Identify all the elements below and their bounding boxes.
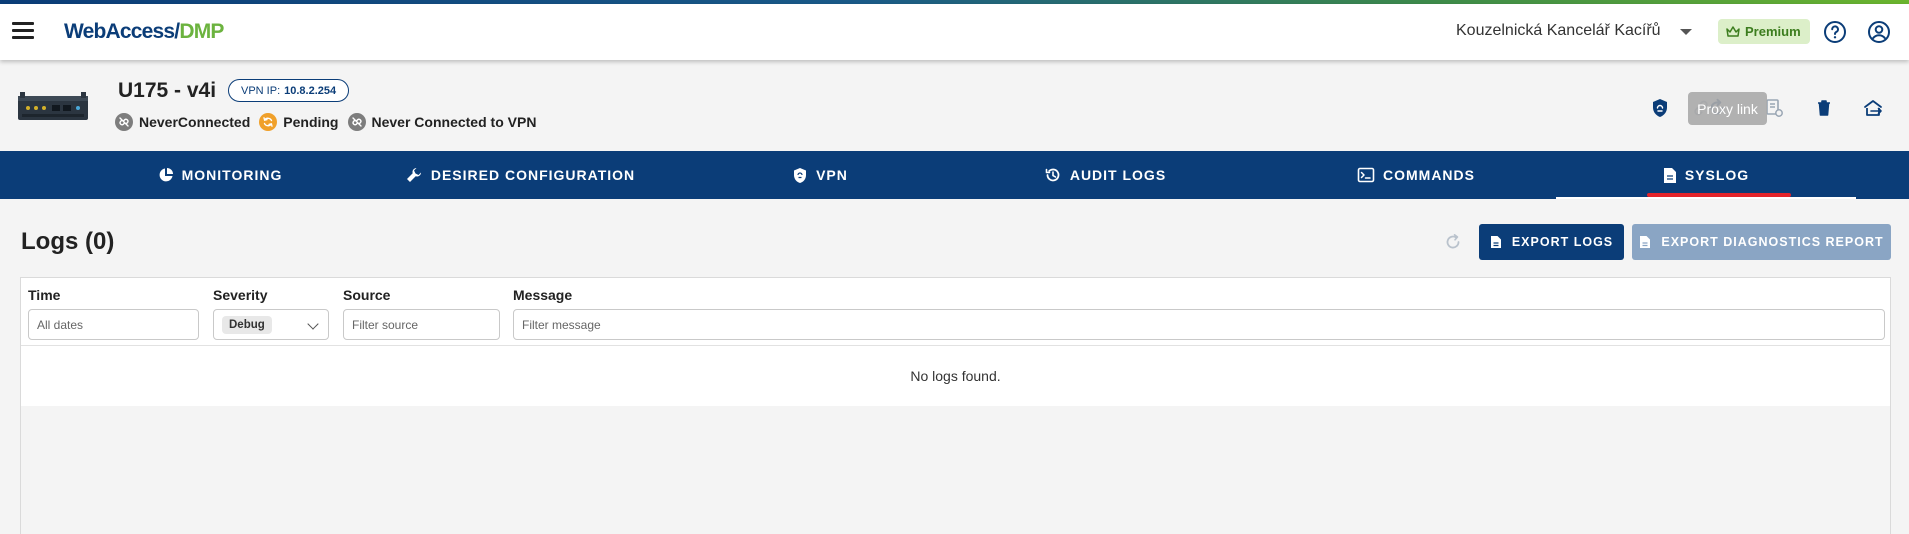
- document-icon: [1490, 236, 1501, 248]
- account-icon[interactable]: [1867, 20, 1891, 44]
- premium-badge: Premium: [1718, 19, 1810, 44]
- logo-text-accent: DMP: [179, 20, 224, 43]
- message-filter-input[interactable]: [513, 309, 1885, 340]
- logs-filter-header: Time Severity Source Message Debug: [21, 278, 1890, 346]
- tab-desired-configuration-label: DESIRED CONFIGURATION: [430, 167, 636, 183]
- refresh-icon[interactable]: [1443, 232, 1463, 252]
- vpn-ip-label: VPN IP:: [241, 84, 281, 97]
- logs-table: Time Severity Source Message Debug No lo…: [20, 277, 1891, 534]
- source-filter-input[interactable]: [343, 309, 500, 340]
- terminal-icon: [1357, 167, 1375, 183]
- app-header: WebAccess/DMP Kouzelnická Kancelář Kacíř…: [0, 4, 1909, 60]
- document-icon: [1663, 167, 1676, 183]
- crown-icon: [1726, 25, 1740, 37]
- device-tabs: MONITORING DESIRED CONFIGURATION VPN AUD…: [0, 151, 1909, 199]
- vpn-ip-badge: VPN IP: 10.8.2.254: [228, 79, 350, 102]
- export-diagnostics-button[interactable]: EXPORT DIAGNOSTICS REPORT: [1632, 224, 1891, 260]
- time-filter-input[interactable]: [28, 309, 199, 340]
- active-tab-indicator: [1647, 193, 1791, 197]
- premium-label: Premium: [1745, 24, 1801, 39]
- status-connection: NeverConnected: [115, 113, 250, 131]
- tab-audit-logs-label: AUDIT LOGS: [1069, 167, 1167, 183]
- export-diagnostics-label: EXPORT DIAGNOSTICS REPORT: [1661, 235, 1884, 249]
- status-connection-label: NeverConnected: [139, 114, 251, 130]
- empty-state-text: No logs found.: [910, 368, 1001, 384]
- tab-monitoring[interactable]: MONITORING: [70, 151, 370, 199]
- document-icon: [1640, 236, 1651, 248]
- organization-selector[interactable]: Kouzelnická Kancelář Kacířů: [1456, 22, 1661, 40]
- tab-syslog[interactable]: SYSLOG: [1556, 151, 1856, 199]
- menu-icon[interactable]: [12, 22, 34, 40]
- empty-state-row: No logs found.: [21, 346, 1890, 406]
- tab-desired-configuration[interactable]: DESIRED CONFIGURATION: [370, 151, 670, 199]
- vpn-ip-value: 10.8.2.254: [284, 84, 337, 97]
- severity-chip: Debug: [222, 315, 272, 334]
- status-vpn-label: Never Connected to VPN: [371, 114, 537, 130]
- device-image: [18, 92, 88, 120]
- disconnected-icon: [347, 113, 366, 131]
- history-icon: [1045, 168, 1060, 182]
- pie-chart-icon: [159, 168, 173, 182]
- shield-icon[interactable]: [1649, 97, 1671, 119]
- column-header-severity: Severity: [213, 287, 268, 303]
- column-header-time: Time: [28, 287, 61, 303]
- severity-filter-select[interactable]: Debug: [213, 309, 329, 340]
- device-status-row: NeverConnected Pending Never Connected t…: [115, 113, 545, 131]
- export-logs-label: EXPORT LOGS: [1511, 235, 1614, 249]
- logs-title: Logs (0): [21, 228, 115, 255]
- export-logs-button[interactable]: EXPORT LOGS: [1479, 224, 1624, 260]
- device-name: U175 - v4i: [118, 79, 217, 102]
- column-header-message: Message: [513, 287, 573, 303]
- help-icon[interactable]: [1823, 20, 1847, 44]
- caret-down-icon[interactable]: [1680, 29, 1692, 35]
- sync-icon: [259, 113, 278, 131]
- logo-text-main: WebAccess/: [64, 20, 180, 43]
- tab-syslog-label: SYSLOG: [1684, 167, 1750, 183]
- tab-audit-logs[interactable]: AUDIT LOGS: [955, 151, 1255, 199]
- tab-vpn[interactable]: VPN: [670, 151, 970, 199]
- tab-monitoring-label: MONITORING: [181, 167, 283, 183]
- delete-icon[interactable]: [1813, 97, 1835, 119]
- wrench-icon: [406, 167, 421, 182]
- proxy-link-tooltip: Proxy link: [1688, 92, 1767, 125]
- shield-icon: [794, 167, 807, 183]
- transfer-icon[interactable]: [1862, 97, 1884, 119]
- status-vpn: Never Connected to VPN: [347, 113, 537, 131]
- chevron-down-icon: [307, 318, 319, 330]
- app-logo[interactable]: WebAccess/DMP: [64, 20, 224, 44]
- tab-commands[interactable]: COMMANDS: [1266, 151, 1566, 199]
- tab-commands-label: COMMANDS: [1383, 167, 1475, 183]
- tab-vpn-label: VPN: [816, 167, 848, 183]
- disconnected-icon: [115, 113, 133, 131]
- status-pending: Pending: [259, 113, 339, 131]
- status-pending-label: Pending: [283, 114, 339, 130]
- column-header-source: Source: [343, 287, 391, 303]
